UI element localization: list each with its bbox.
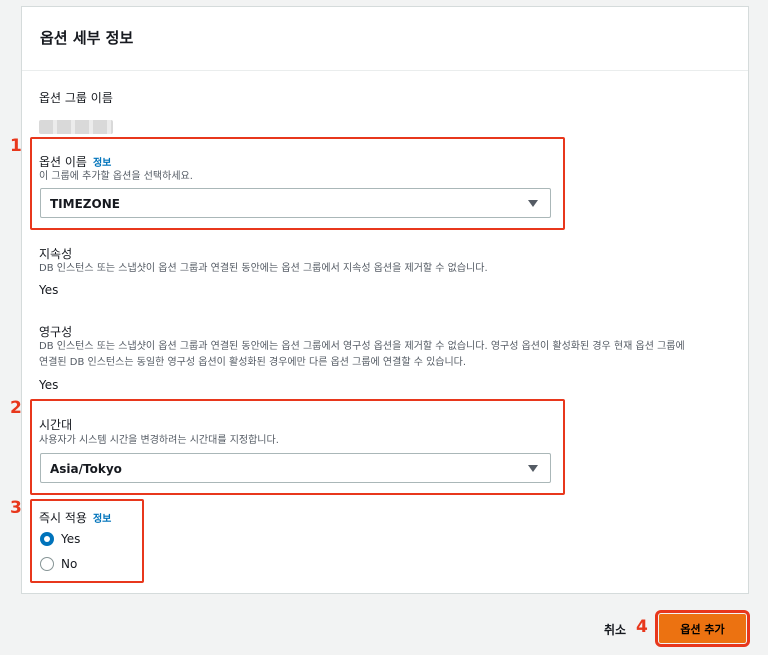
option-group-label: 옵션 그룹 이름 [39,91,113,105]
add-option-button-label: 옵션 추가 [680,623,725,636]
highlight-box-2 [30,399,565,495]
highlight-box-3 [30,499,144,583]
cancel-button[interactable]: 취소 [604,621,626,638]
persistence-value: Yes [39,283,59,297]
annotation-number-2: 2 [10,398,22,418]
add-option-button[interactable]: 옵션 추가 [655,610,750,647]
permanent-label: 영구성 [39,325,73,339]
panel-title: 옵션 세부 정보 [40,29,134,47]
permanent-description-line1: DB 인스턴스 또는 스냅샷이 옵션 그룹과 연결된 동안에는 옵션 그룹에서 … [39,341,685,352]
annotation-number-4: 4 [636,617,648,637]
annotation-number-3: 3 [10,498,22,518]
persistence-label: 지속성 [39,247,73,261]
highlight-box-1 [30,137,565,230]
panel-header: 옵션 세부 정보 [22,7,748,71]
annotation-number-1: 1 [10,136,22,156]
permanent-description-line2: 연결된 DB 인스턴스는 동일한 영구성 옵션이 활성화된 경우에만 다른 옵션… [39,357,467,368]
persistence-description: DB 인스턴스 또는 스냅샷이 옵션 그룹과 연결된 동안에는 옵션 그룹에서 … [39,263,488,274]
permanent-value: Yes [39,378,59,392]
option-group-name-redacted [39,120,113,134]
